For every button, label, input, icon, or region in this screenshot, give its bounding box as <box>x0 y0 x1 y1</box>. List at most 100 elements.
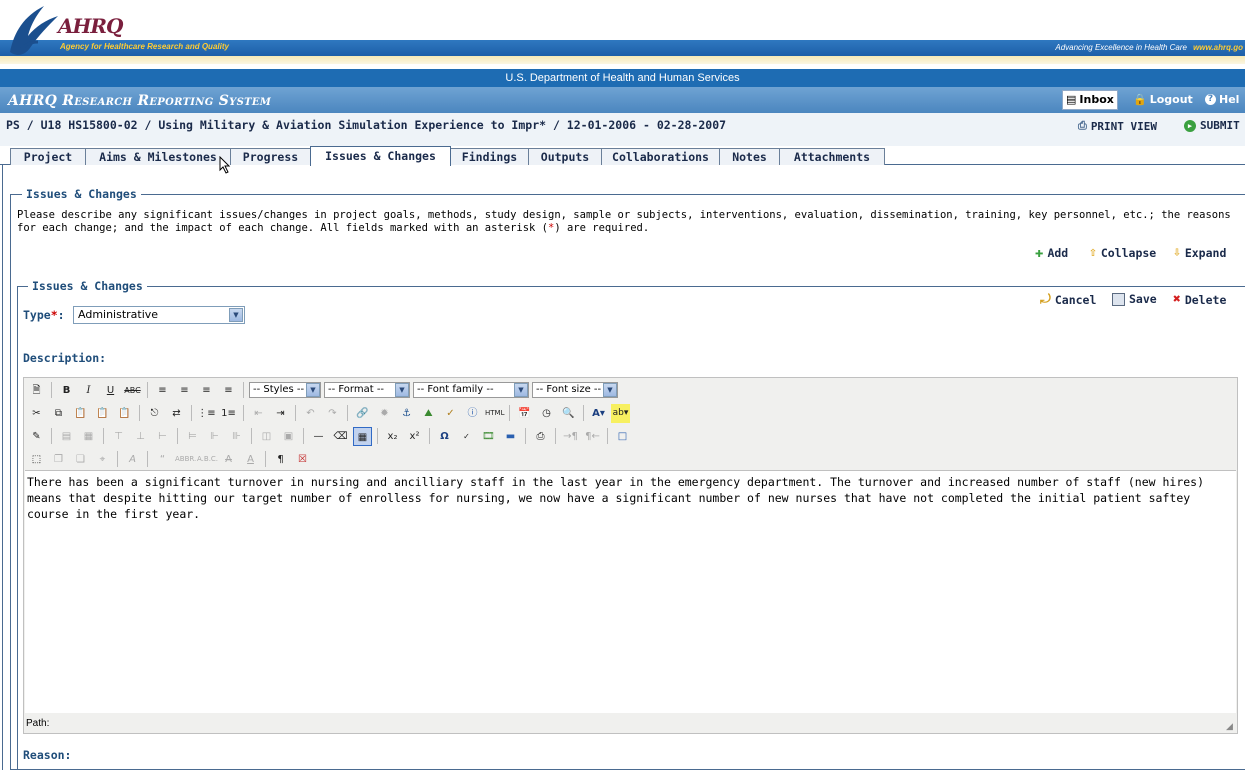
paste-icon[interactable]: 📋 <box>71 404 90 423</box>
insert-time-icon[interactable]: ◷ <box>537 404 556 423</box>
insert-column-after-icon[interactable]: ⊩ <box>205 427 224 446</box>
tab-attachments[interactable]: Attachments <box>779 148 885 165</box>
deletion-icon[interactable]: A <box>219 450 238 469</box>
delete-button[interactable]: ✖ Delete <box>1173 292 1226 307</box>
outdent-icon[interactable]: ⇤ <box>249 404 268 423</box>
toolbar-separator <box>555 428 556 444</box>
tab-collaborations[interactable]: Collaborations <box>601 148 720 165</box>
paste-text-icon[interactable]: 📋 <box>93 404 112 423</box>
tab-progress[interactable]: Progress <box>230 148 311 165</box>
link-icon[interactable]: 🔗 <box>353 404 372 423</box>
fullscreen-icon[interactable]: □ <box>613 427 632 446</box>
rtl-icon[interactable]: ¶← <box>583 427 602 446</box>
resize-grip-icon[interactable]: ◢ <box>1226 722 1236 732</box>
description-label: Description: <box>23 351 107 365</box>
text-color-icon[interactable]: A▾ <box>589 404 608 423</box>
inbox-button[interactable]: ▤ Inbox <box>1062 90 1118 110</box>
remove-format-icon[interactable]: ⌫ <box>331 427 350 446</box>
add-button[interactable]: ✚ Add <box>1035 245 1068 261</box>
tab-issues-changes[interactable]: Issues & Changes <box>310 146 451 166</box>
subscript-button[interactable]: x₂ <box>383 427 402 446</box>
cell-properties-icon[interactable]: ▦ <box>79 427 98 446</box>
insert-layer-icon[interactable]: ⬚ <box>27 450 46 469</box>
cut-icon[interactable]: ✂ <box>27 404 46 423</box>
insertion-icon[interactable]: A <box>241 450 260 469</box>
style-props-icon[interactable]: A <box>123 450 142 469</box>
site-url-link[interactable]: www.ahrq.go <box>1193 43 1243 52</box>
print-icon[interactable]: ⎙ <box>531 427 550 446</box>
move-backward-icon[interactable]: ❏ <box>71 450 90 469</box>
horizontal-line-icon[interactable]: ▬ <box>501 427 520 446</box>
absolute-position-icon[interactable]: ⌖ <box>93 450 112 469</box>
undo-icon[interactable]: ↶ <box>301 404 320 423</box>
cite-icon[interactable]: “ <box>153 450 172 469</box>
new-document-icon[interactable]: 🗎 <box>27 381 46 400</box>
align-center-icon[interactable]: ≡ <box>175 381 194 400</box>
underline-button[interactable]: U <box>101 381 120 400</box>
tab-outputs[interactable]: Outputs <box>528 148 602 165</box>
ltr-icon[interactable]: →¶ <box>561 427 580 446</box>
expand-button[interactable]: ⇩ Expand <box>1173 245 1226 260</box>
styles-select[interactable]: -- Styles -- ▼ <box>249 382 321 398</box>
tab-project[interactable]: Project <box>10 148 86 165</box>
help-icon[interactable]: ⓘ <box>463 404 482 423</box>
superscript-button[interactable]: x² <box>405 427 424 446</box>
redo-icon[interactable]: ↷ <box>323 404 342 423</box>
align-left-icon[interactable]: ≡ <box>153 381 172 400</box>
media-icon[interactable]: 🎞 <box>479 427 498 446</box>
submit-button[interactable]: ▶ SUBMIT <box>1184 119 1240 132</box>
move-forward-icon[interactable]: ❐ <box>49 450 68 469</box>
find-icon[interactable]: ⎋ <box>145 404 164 423</box>
merge-cells-icon[interactable]: ▣ <box>279 427 298 446</box>
indent-icon[interactable]: ⇥ <box>271 404 290 423</box>
image-icon[interactable]: ⛰ <box>419 404 438 423</box>
replace-icon[interactable]: ⇄ <box>167 404 186 423</box>
print-view-button[interactable]: ⎙ PRINT VIEW <box>1078 119 1157 133</box>
logout-button[interactable]: 🔒 Logout <box>1133 93 1193 106</box>
row-properties-icon[interactable]: ▤ <box>57 427 76 446</box>
bold-button[interactable]: B <box>57 381 76 400</box>
insert-row-before-icon[interactable]: ⊤ <box>109 427 128 446</box>
html-source-button[interactable]: HTML <box>485 404 504 423</box>
horizontal-rule-icon[interactable]: — <box>309 427 328 446</box>
format-select[interactable]: -- Format -- ▼ <box>324 382 410 398</box>
tab-findings[interactable]: Findings <box>450 148 529 165</box>
help-button[interactable]: ? Hel <box>1205 93 1239 106</box>
tab-aims-milestones[interactable]: Aims & Milestones <box>85 148 231 165</box>
unlink-icon[interactable]: ✹ <box>375 404 394 423</box>
preview-icon[interactable]: 🔍 <box>559 404 578 423</box>
background-color-icon[interactable]: ab▾ <box>611 403 630 423</box>
show-blocks-icon[interactable]: ¶ <box>271 450 290 469</box>
strikethrough-button[interactable]: ABC <box>123 381 142 400</box>
save-button[interactable]: Save <box>1112 292 1157 306</box>
cancel-button[interactable]: ⤾ Cancel <box>1040 292 1096 307</box>
insert-date-icon[interactable]: 📅 <box>515 404 534 423</box>
font-size-select[interactable]: -- Font size -- ▼ <box>532 382 618 398</box>
insert-row-after-icon[interactable]: ⊥ <box>131 427 150 446</box>
acronym-icon[interactable]: A.B.C. <box>197 450 218 469</box>
collapse-button[interactable]: ⇧ Collapse <box>1089 245 1156 260</box>
delete-column-icon[interactable]: ⊪ <box>227 427 246 446</box>
font-family-select[interactable]: -- Font family -- ▼ <box>413 382 529 398</box>
edit-table-icon[interactable]: ✎ <box>27 427 46 446</box>
bullet-list-icon[interactable]: ⋮≡ <box>197 404 216 423</box>
delete-row-icon[interactable]: ⊢ <box>153 427 172 446</box>
non-breaking-icon[interactable]: ☒ <box>293 450 312 469</box>
anchor-icon[interactable]: ⚓ <box>397 404 416 423</box>
align-right-icon[interactable]: ≡ <box>197 381 216 400</box>
spellcheck-icon[interactable]: ✓ <box>457 427 476 446</box>
visual-aid-icon[interactable]: ▦ <box>353 426 372 446</box>
insert-column-before-icon[interactable]: ⊨ <box>183 427 202 446</box>
copy-icon[interactable]: ⧉ <box>49 404 68 423</box>
cleanup-icon[interactable]: ✓ <box>441 404 460 423</box>
description-text-area[interactable]: There has been a significant turnover in… <box>25 470 1236 713</box>
align-justify-icon[interactable]: ≡ <box>219 381 238 400</box>
numbered-list-icon[interactable]: 1≡ <box>219 404 238 423</box>
tab-notes[interactable]: Notes <box>719 148 780 165</box>
italic-button[interactable]: I <box>79 381 98 400</box>
special-character-icon[interactable]: Ω <box>435 427 454 446</box>
abbreviation-icon[interactable]: ABBR. <box>175 450 196 469</box>
type-select[interactable]: Administrative ▼ <box>73 306 245 324</box>
paste-word-icon[interactable]: 📋 <box>115 404 134 423</box>
split-cells-icon[interactable]: ◫ <box>257 427 276 446</box>
